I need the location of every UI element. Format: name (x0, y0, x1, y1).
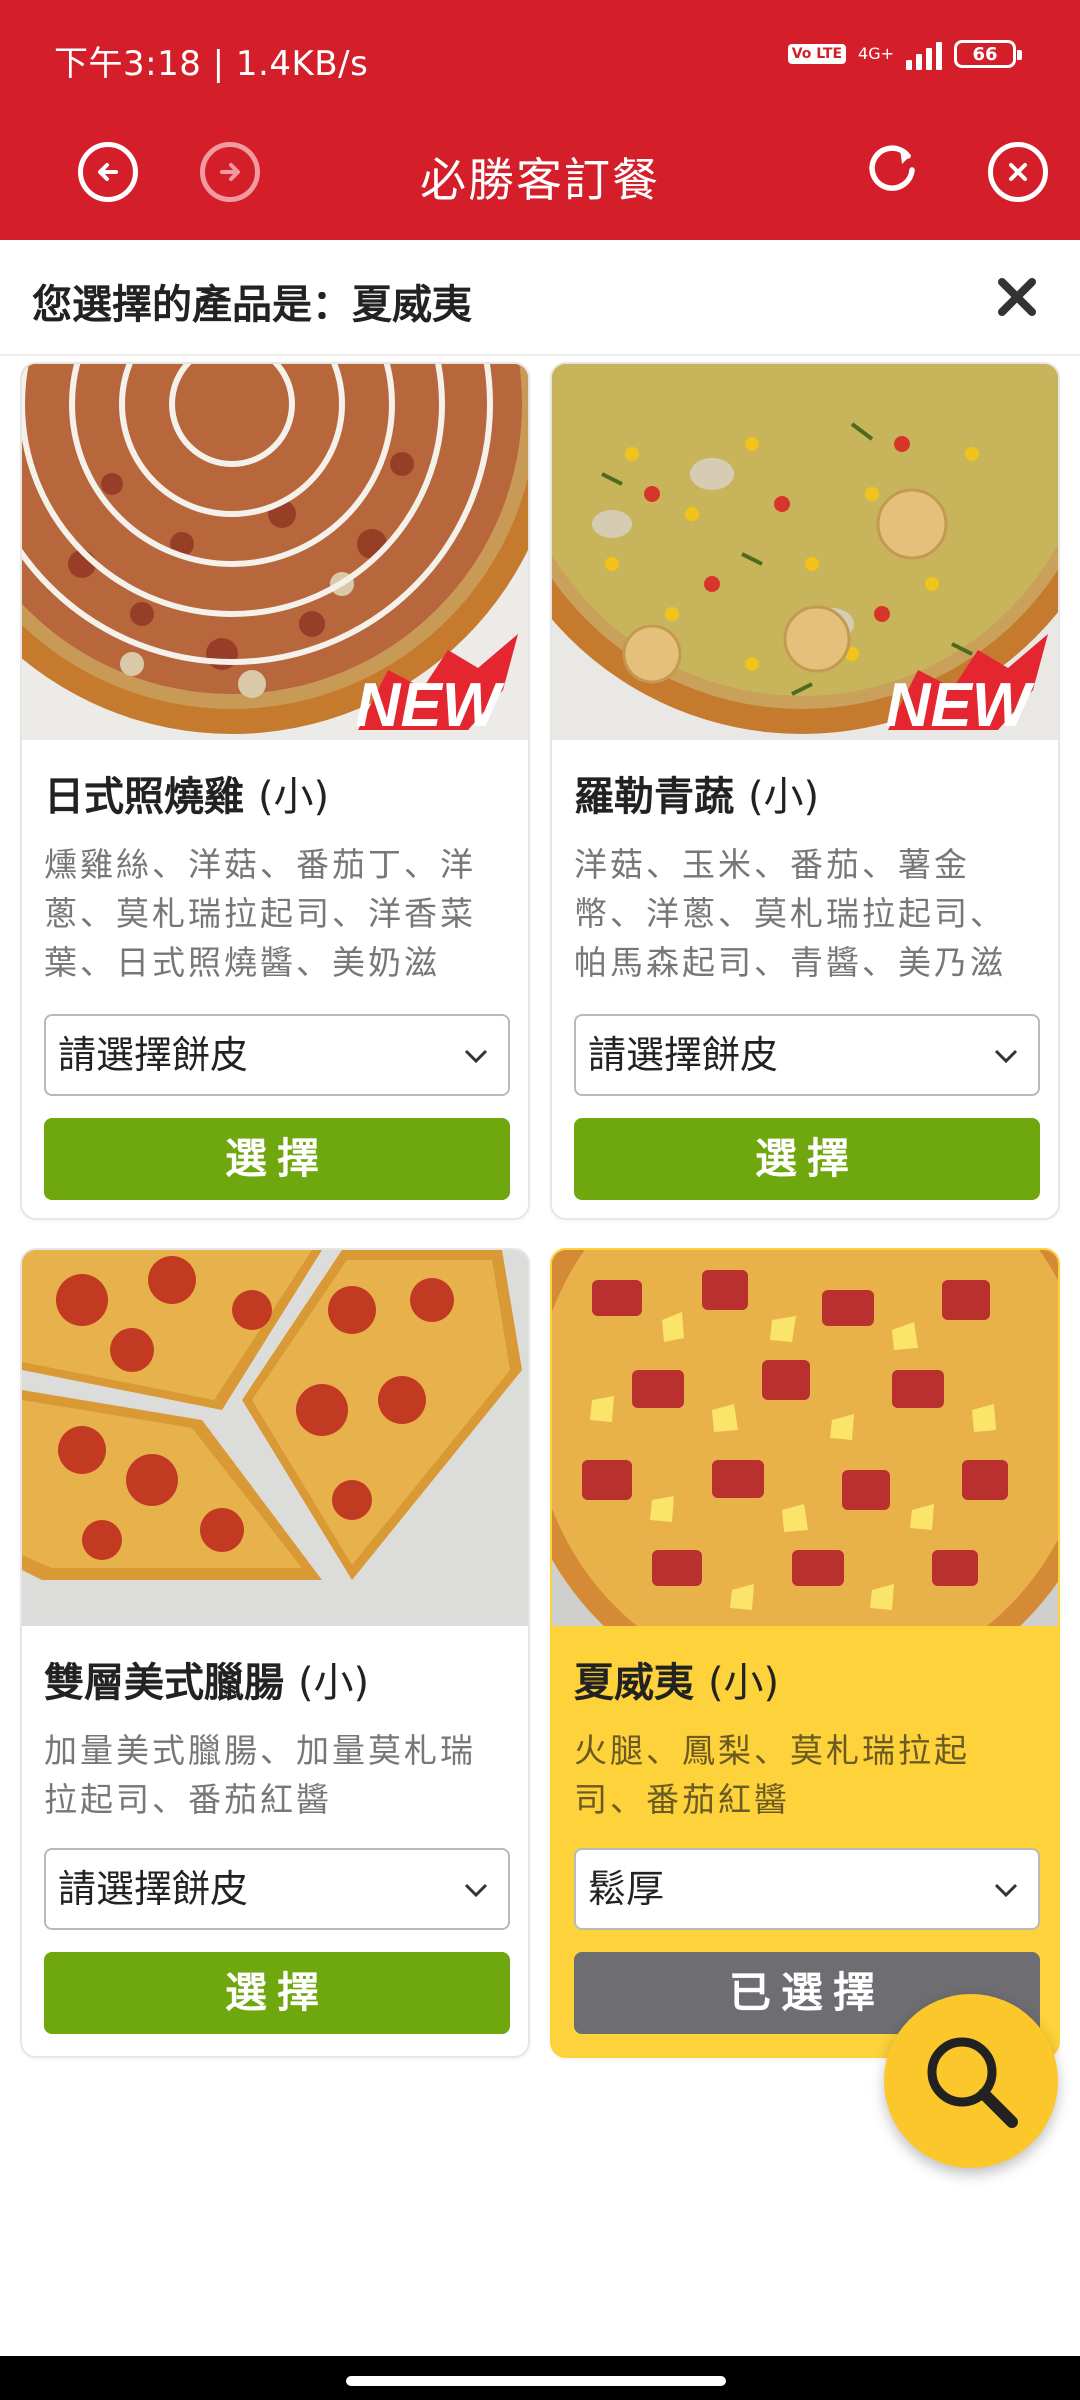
status-time: 下午3:18 | 1.4KB/s (54, 44, 369, 84)
crust-select-value: 請選擇餅皮 (58, 1867, 249, 1911)
crust-select-value: 鬆厚 (588, 1867, 665, 1911)
select-button[interactable]: 選擇 (574, 1118, 1040, 1200)
search-icon (927, 2037, 1018, 2128)
chevron-down-icon (994, 1049, 1018, 1064)
status-bar: 下午3:18 | 1.4KB/s Vo LTE 4G+ 66 (0, 0, 1080, 118)
product-description: 加量美式臘腸、加量莫札瑞拉起司、番茄紅醬 (44, 1731, 476, 1819)
product-name: 夏威夷 (小) (574, 1660, 780, 1706)
product-card: NEW 羅勒青蔬 (小) 洋菇、玉米、番茄、薯金幣、洋蔥、莫札瑞拉起司、帕馬森起… (550, 362, 1060, 1220)
status-icons: Vo LTE 4G+ 66 (787, 38, 1022, 70)
crust-select[interactable]: 請選擇餅皮 (44, 1848, 510, 1930)
dismiss-banner-icon[interactable] (994, 274, 1040, 320)
product-description: 燻雞絲、洋菇、番茄丁、洋蔥、莫札瑞拉起司、洋香菜葉、日式照燒醬、美奶滋 (44, 845, 476, 982)
gesture-nav-bar (0, 2356, 1080, 2400)
chevron-down-icon (464, 1883, 488, 1898)
product-card: 雙層美式臘腸 (小) 加量美式臘腸、加量莫札瑞拉起司、番茄紅醬 請選擇餅皮 選擇 (20, 1248, 530, 2058)
new-badge-text: NEW (886, 671, 1035, 740)
product-image: NEW (552, 364, 1058, 740)
product-image: NEW (22, 364, 528, 740)
product-grid: NEW 日式照燒雞 (小) 燻雞絲、洋菇、番茄丁、洋蔥、莫札瑞拉起司、洋香菜葉、… (20, 362, 1060, 2058)
signal-icon (906, 38, 942, 70)
home-indicator[interactable] (346, 2376, 726, 2386)
product-description: 洋菇、玉米、番茄、薯金幣、洋蔥、莫札瑞拉起司、帕馬森起司、青醬、美乃滋 (574, 845, 1006, 982)
product-card: NEW 日式照燒雞 (小) 燻雞絲、洋菇、番茄丁、洋蔥、莫札瑞拉起司、洋香菜葉、… (20, 362, 530, 1220)
close-icon (1009, 163, 1027, 181)
new-badge-text: NEW (356, 671, 505, 740)
crust-select[interactable]: 鬆厚 (574, 1848, 1040, 1930)
refresh-icon[interactable] (862, 136, 924, 198)
new-badge-icon: NEW (356, 634, 518, 740)
crust-select[interactable]: 請選擇餅皮 (44, 1014, 510, 1096)
battery-level: 66 (972, 43, 998, 65)
crust-select-value: 請選擇餅皮 (588, 1033, 779, 1077)
crust-select[interactable]: 請選擇餅皮 (574, 1014, 1040, 1096)
product-name: 羅勒青蔬 (小) (574, 774, 820, 820)
new-badge-icon: NEW (886, 634, 1048, 740)
search-fab-button[interactable] (884, 1994, 1058, 2168)
crust-select-value: 請選擇餅皮 (58, 1033, 249, 1077)
battery-icon: 66 (954, 40, 1022, 68)
chevron-down-icon (464, 1049, 488, 1064)
selected-product-text: 您選擇的產品是：夏威夷 (32, 282, 472, 328)
product-image (552, 1250, 1058, 1626)
network-type: 4G+ (858, 44, 894, 63)
product-card-selected: 夏威夷 (小) 火腿、鳳梨、莫札瑞拉起司、番茄紅醬 鬆厚 已選擇 (550, 1248, 1060, 2058)
selection-banner: 您選擇的產品是：夏威夷 (0, 240, 1080, 356)
select-button[interactable]: 選擇 (44, 1118, 510, 1200)
volte-icon: Vo LTE (787, 44, 847, 64)
close-button[interactable] (988, 142, 1048, 202)
product-name: 日式照燒雞 (小) (44, 774, 330, 820)
chevron-down-icon (994, 1883, 1018, 1898)
product-image (22, 1250, 528, 1626)
product-name: 雙層美式臘腸 (小) (44, 1660, 370, 1706)
product-description: 火腿、鳳梨、莫札瑞拉起司、番茄紅醬 (574, 1731, 970, 1819)
app-header: 必勝客訂餐 (0, 118, 1080, 240)
select-button[interactable]: 選擇 (44, 1952, 510, 2034)
